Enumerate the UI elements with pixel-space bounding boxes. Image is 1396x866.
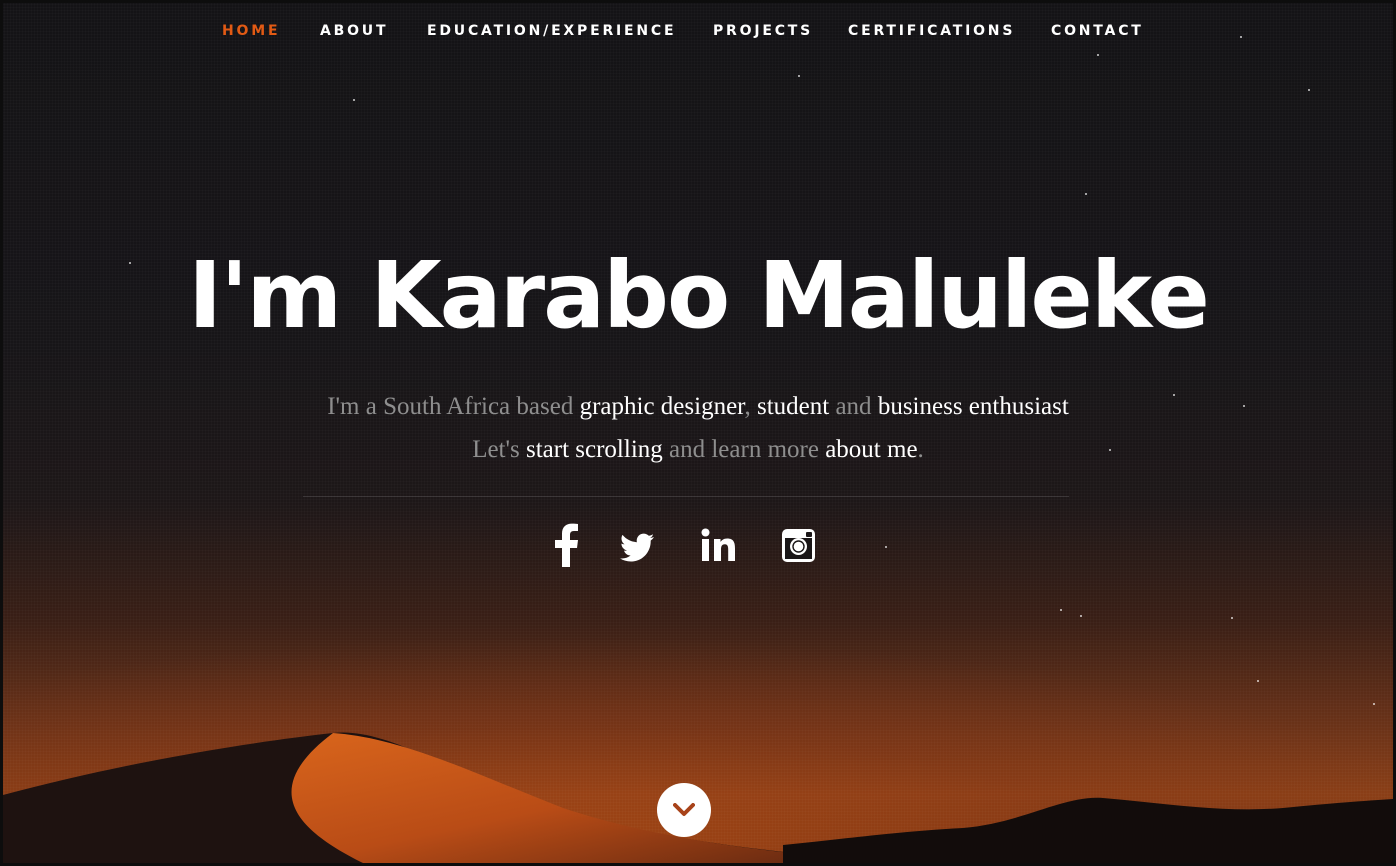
star xyxy=(353,99,355,101)
instagram-icon[interactable] xyxy=(781,523,817,571)
intro-text: I'm a South Africa based xyxy=(327,393,580,420)
star xyxy=(885,546,887,548)
main-navigation: HOME ABOUT EDUCATION/EXPERIENCE PROJECTS… xyxy=(3,17,1393,49)
intro-highlight: start scrolling xyxy=(525,436,663,463)
intro-text: and xyxy=(829,393,878,420)
intro-highlight: about me xyxy=(825,436,918,463)
intro-highlight: graphic designer xyxy=(579,393,745,420)
intro-line-1: I'm a South Africa based graphic designe… xyxy=(3,393,1393,421)
desert-dune xyxy=(3,732,1393,863)
star xyxy=(1308,89,1310,91)
intro-text: and learn more xyxy=(662,436,826,463)
nav-certifications-link[interactable]: CERTIFICATIONS xyxy=(848,23,1015,39)
facebook-icon[interactable] xyxy=(552,523,580,571)
star xyxy=(1080,615,1082,617)
nav-about-link[interactable]: ABOUT xyxy=(320,23,388,39)
intro-text: , xyxy=(744,393,757,420)
star xyxy=(1097,54,1099,56)
intro-text: Let's xyxy=(472,436,526,463)
intro-highlight: business enthusiast xyxy=(877,393,1069,420)
star xyxy=(798,75,800,77)
hero-title: I'm Karabo Maluleke xyxy=(188,242,1210,349)
nav-home-link[interactable]: HOME xyxy=(222,23,280,39)
star xyxy=(1085,193,1087,195)
chevron-down-icon xyxy=(673,803,695,816)
twitter-icon[interactable] xyxy=(620,523,656,571)
nav-projects-link[interactable]: PROJECTS xyxy=(713,23,813,39)
divider xyxy=(303,496,1069,497)
nav-contact-link[interactable]: CONTACT xyxy=(1051,23,1144,39)
star xyxy=(1231,617,1233,619)
intro-text: . xyxy=(917,436,924,463)
intro-highlight: student xyxy=(756,393,830,420)
scroll-down-button[interactable] xyxy=(657,783,711,837)
nav-education-experience-link[interactable]: EDUCATION/EXPERIENCE xyxy=(427,23,676,39)
intro-line-2: Let's start scrolling and learn more abo… xyxy=(3,436,1393,464)
star xyxy=(1060,609,1062,611)
linkedin-icon[interactable] xyxy=(700,523,738,571)
star xyxy=(1257,680,1259,682)
hero-section: HOME ABOUT EDUCATION/EXPERIENCE PROJECTS… xyxy=(0,0,1396,866)
